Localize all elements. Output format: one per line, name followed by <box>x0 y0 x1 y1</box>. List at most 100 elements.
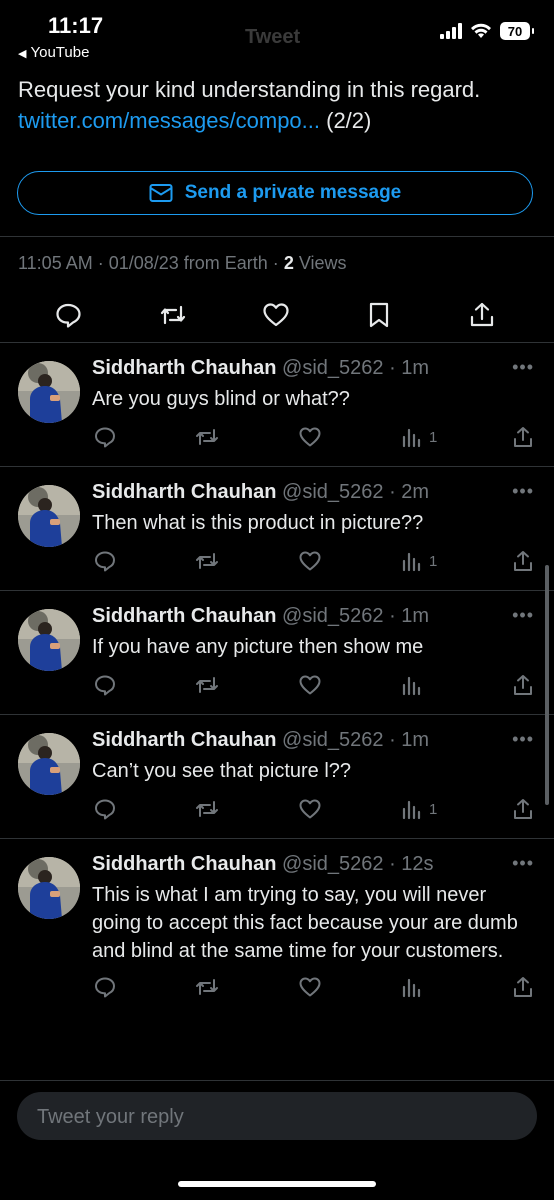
more-options-icon[interactable]: ••• <box>512 853 534 874</box>
share-button[interactable] <box>512 425 534 449</box>
views-count: 1 <box>429 552 438 570</box>
scrollbar[interactable] <box>545 565 549 805</box>
retweet-icon <box>196 979 218 995</box>
author-name[interactable]: Siddharth Chauhan <box>92 853 276 875</box>
retweet-button[interactable] <box>193 975 221 999</box>
avatar[interactable] <box>18 609 80 671</box>
more-options-icon[interactable]: ••• <box>512 357 534 378</box>
share-icon <box>514 977 532 997</box>
reply-action-bar <box>0 975 554 1003</box>
reply-header: Siddharth Chauhan @sid_5262 · 1m <box>92 357 429 380</box>
share-icon <box>514 799 532 819</box>
share-button[interactable] <box>512 549 534 573</box>
reply-icon <box>95 551 115 572</box>
reply-text: If you have any picture then show me <box>92 636 424 658</box>
bookmark-icon <box>369 302 389 328</box>
reply-time: · 1m <box>389 729 430 751</box>
share-icon <box>514 551 532 571</box>
reply-tweet[interactable]: Siddharth Chauhan @sid_5262 · 12s ••• This… <box>0 838 554 1076</box>
author-name[interactable]: Siddharth Chauhan <box>92 729 276 751</box>
views-count: 2 <box>283 253 294 273</box>
reply-button[interactable] <box>93 975 117 999</box>
author-name[interactable]: Siddharth Chauhan <box>92 605 276 627</box>
clock: 11:17 <box>48 13 104 38</box>
bookmark-button[interactable] <box>364 300 394 330</box>
divider <box>0 1080 554 1081</box>
reply-action-bar: 1 <box>0 425 554 453</box>
analytics-icon <box>402 428 421 448</box>
like-button[interactable] <box>298 673 322 697</box>
reply-composer[interactable] <box>17 1092 537 1142</box>
like-button[interactable] <box>298 797 322 821</box>
reply-icon <box>56 303 81 328</box>
envelope-icon <box>149 184 173 202</box>
heart-icon <box>299 799 321 819</box>
avatar[interactable] <box>18 733 80 795</box>
share-button[interactable] <box>512 975 534 999</box>
tweet-timestamp: 11:05 AM · 01/08/23 from Earth · <box>18 253 279 273</box>
like-button[interactable] <box>298 425 322 449</box>
retweet-icon <box>196 801 218 817</box>
share-button[interactable] <box>467 300 497 330</box>
reply-button[interactable] <box>93 797 117 821</box>
tweet-action-bar <box>0 290 554 336</box>
retweet-button[interactable] <box>158 300 188 330</box>
avatar[interactable] <box>18 485 80 547</box>
reply-time: · 1m <box>389 357 430 379</box>
views-button[interactable]: 1 <box>401 425 437 449</box>
reply-time: · 12s <box>389 853 434 875</box>
more-options-icon[interactable]: ••• <box>512 605 534 626</box>
dm-button-label: Send a private message <box>184 182 402 203</box>
reply-icon <box>95 675 115 696</box>
author-handle: @sid_5262 <box>282 853 384 875</box>
retweet-icon <box>196 553 218 569</box>
reply-button[interactable] <box>93 549 117 573</box>
reply-header: Siddharth Chauhan @sid_5262 · 2m <box>92 481 429 504</box>
author-handle: @sid_5262 <box>282 481 384 503</box>
analytics-icon <box>402 800 421 820</box>
retweet-button[interactable] <box>193 425 221 449</box>
reply-button[interactable] <box>53 300 83 330</box>
reply-icon <box>95 977 115 998</box>
like-button[interactable] <box>298 975 322 999</box>
like-button[interactable] <box>298 549 322 573</box>
tweet-text: Request your kind understanding in this … <box>18 74 538 136</box>
like-button[interactable] <box>261 300 291 330</box>
reply-icon <box>95 427 115 448</box>
avatar[interactable] <box>18 857 80 919</box>
reply-header: Siddharth Chauhan @sid_5262 · 12s <box>92 853 434 876</box>
cellular-signal-icon <box>440 23 462 39</box>
author-name[interactable]: Siddharth Chauhan <box>92 481 276 503</box>
heart-icon <box>299 427 321 447</box>
retweet-button[interactable] <box>193 673 221 697</box>
views-button[interactable] <box>401 673 429 697</box>
more-options-icon[interactable]: ••• <box>512 481 534 502</box>
heart-icon <box>263 303 289 327</box>
reply-input[interactable] <box>35 1092 519 1142</box>
back-to-app-link[interactable]: ◀ YouTube <box>18 44 89 61</box>
views-button[interactable]: 1 <box>401 549 437 573</box>
share-button[interactable] <box>512 797 534 821</box>
analytics-icon <box>402 676 421 696</box>
more-options-icon[interactable]: ••• <box>512 729 534 750</box>
status-icons: 70 <box>440 22 534 40</box>
home-indicator[interactable] <box>178 1181 376 1187</box>
retweet-button[interactable] <box>193 797 221 821</box>
reply-button[interactable] <box>93 673 117 697</box>
reply-time: · 1m <box>389 605 430 627</box>
author-name[interactable]: Siddharth Chauhan <box>92 357 276 379</box>
analytics-icon <box>402 552 421 572</box>
tweet-link[interactable]: twitter.com/messages/compo... <box>18 108 320 133</box>
reply-text: Can’t you see that picture l?? <box>92 760 352 782</box>
heart-icon <box>299 675 321 695</box>
reply-button[interactable] <box>93 425 117 449</box>
retweet-icon <box>196 677 218 693</box>
send-private-message-button[interactable]: Send a private message <box>17 171 533 215</box>
reply-text: This is what I am trying to say, you wil… <box>92 884 518 962</box>
reply-header: Siddharth Chauhan @sid_5262 · 1m <box>92 605 429 628</box>
share-button[interactable] <box>512 673 534 697</box>
avatar[interactable] <box>18 361 80 423</box>
retweet-button[interactable] <box>193 549 221 573</box>
views-button[interactable] <box>401 975 429 999</box>
views-button[interactable]: 1 <box>401 797 437 821</box>
